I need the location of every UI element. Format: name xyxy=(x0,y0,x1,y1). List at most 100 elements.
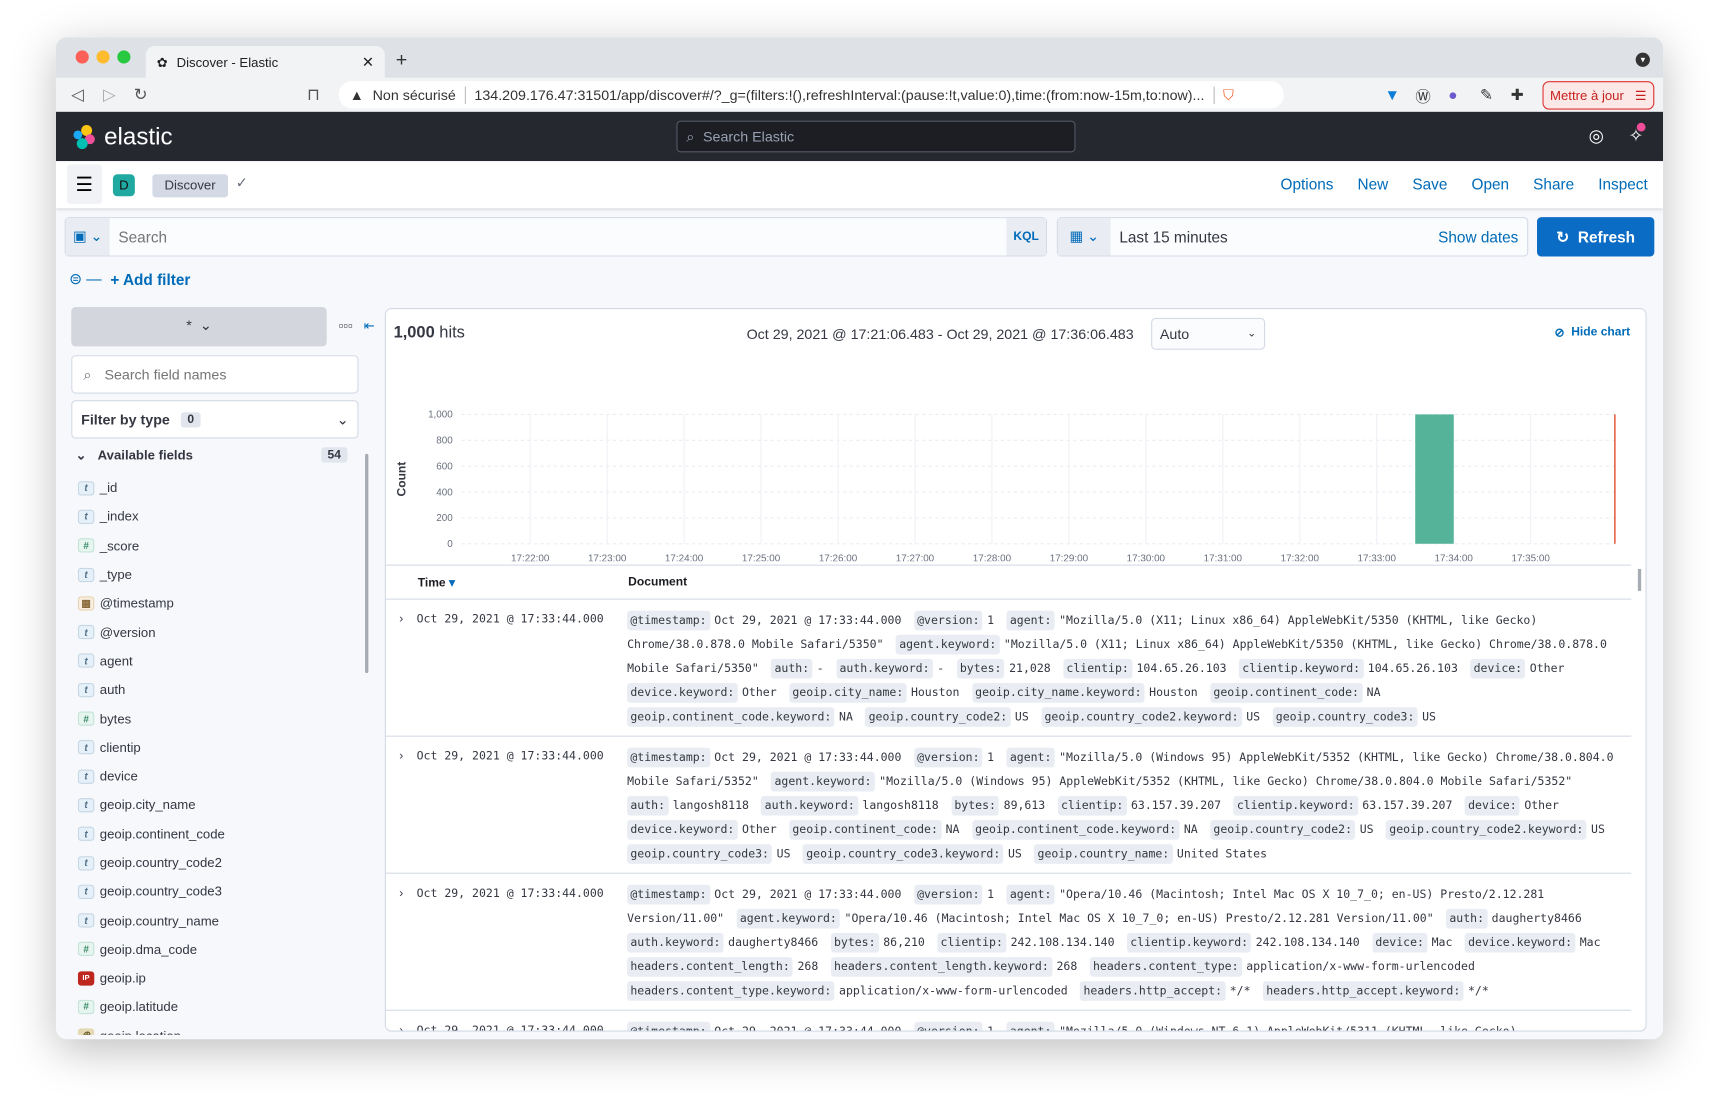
field-key[interactable]: geoip.country_code2: xyxy=(1210,820,1356,840)
field-key[interactable]: geoip.country_code3.keyword: xyxy=(802,844,1004,864)
extension-filter-icon[interactable]: ▼ xyxy=(1385,86,1400,104)
space-avatar[interactable]: D xyxy=(112,174,135,197)
field-key[interactable]: bytes: xyxy=(951,795,1000,816)
field-key[interactable]: device: xyxy=(1470,658,1526,679)
reload-icon[interactable]: ↻ xyxy=(134,84,148,105)
field-item[interactable]: t geoip.continent_code xyxy=(77,820,352,849)
bookmark-icon[interactable]: ⊓ xyxy=(307,84,320,105)
field-item[interactable]: # bytes xyxy=(77,704,352,733)
field-key[interactable]: auth: xyxy=(1446,908,1488,929)
address-bar[interactable]: ▲ Non sécurisé 134.209.176.47:31501/app/… xyxy=(338,81,1284,109)
field-key[interactable]: bytes: xyxy=(956,658,1005,679)
collapse-sidebar-icon[interactable]: ⇤ xyxy=(364,318,375,333)
field-key[interactable]: agent.keyword: xyxy=(736,908,841,929)
field-key[interactable]: device.keyword: xyxy=(627,820,738,840)
field-item[interactable]: # geoip.dma_code xyxy=(77,935,352,964)
field-key[interactable]: headers.http_accept: xyxy=(1080,981,1226,1001)
menu-toggle-button[interactable]: ☰ xyxy=(66,164,102,204)
field-key[interactable]: geoip.country_code2.keyword: xyxy=(1041,707,1242,727)
field-key[interactable]: clientip.keyword: xyxy=(1126,932,1252,953)
field-key[interactable]: @timestamp: xyxy=(627,747,710,768)
field-key[interactable]: clientip: xyxy=(937,932,1007,953)
field-item[interactable]: ⊕ geoip.location xyxy=(77,1021,352,1035)
field-key[interactable]: headers.content_length: xyxy=(627,957,794,977)
field-item[interactable]: t device xyxy=(77,762,352,791)
elastic-logo[interactable]: elastic xyxy=(71,123,173,152)
close-tab-icon[interactable]: ✕ xyxy=(362,53,374,71)
field-key[interactable]: @timestamp: xyxy=(627,610,710,631)
index-pattern-selector[interactable]: * ⌄ xyxy=(71,306,327,347)
expand-row-icon[interactable]: › xyxy=(386,1020,417,1031)
field-item[interactable]: IP geoip.ip xyxy=(77,964,352,993)
field-key[interactable]: geoip.city_name: xyxy=(789,682,907,703)
query-input[interactable] xyxy=(109,228,1007,246)
field-item[interactable]: t auth xyxy=(77,675,352,704)
options-link[interactable]: Options xyxy=(1281,175,1334,193)
save-link[interactable]: Save xyxy=(1412,175,1447,193)
field-key[interactable]: @version: xyxy=(913,610,983,631)
field-key[interactable]: @version: xyxy=(913,884,983,905)
close-window-button[interactable] xyxy=(75,50,89,64)
share-link[interactable]: Share xyxy=(1533,175,1574,193)
field-key[interactable]: auth: xyxy=(771,658,813,679)
sort-down-icon[interactable]: ▾ xyxy=(449,577,455,590)
saved-query-button[interactable]: ▣ ⌄ xyxy=(65,218,110,256)
field-key[interactable]: headers.content_type.keyword: xyxy=(627,981,835,1001)
new-tab-button[interactable]: + xyxy=(396,48,408,71)
available-fields-toggle[interactable]: ⌄ Available fields 54 xyxy=(76,447,348,463)
field-key[interactable]: clientip: xyxy=(1063,658,1133,679)
interval-select[interactable]: Auto ⌄ xyxy=(1151,317,1266,350)
field-item[interactable]: t _index xyxy=(77,502,352,531)
field-key[interactable]: agent: xyxy=(1006,1021,1055,1031)
brave-shield-icon[interactable]: ⛉ xyxy=(1223,86,1234,104)
field-key[interactable]: auth.keyword: xyxy=(836,658,933,679)
kql-button[interactable]: KQL xyxy=(1006,218,1046,256)
extension-ws-icon[interactable]: ● xyxy=(1448,86,1457,104)
field-key[interactable]: agent: xyxy=(1006,884,1055,905)
expand-row-icon[interactable]: › xyxy=(386,608,417,729)
add-filter-link[interactable]: + Add filter xyxy=(110,270,190,288)
histogram-chart[interactable]: 0 200 400 600 800 1,000 17:22:00 17:23:00 17:24:… xyxy=(386,353,1647,561)
field-key[interactable]: auth.keyword: xyxy=(761,795,859,816)
quick-select-button[interactable]: ▦ ⌄ xyxy=(1057,218,1111,256)
field-item[interactable]: t @version xyxy=(77,618,352,647)
field-key[interactable]: @timestamp: xyxy=(627,1021,710,1031)
refresh-button[interactable]: ↻ Refresh xyxy=(1537,217,1655,257)
inspect-link[interactable]: Inspect xyxy=(1598,175,1647,193)
field-item[interactable]: t geoip.country_code2 xyxy=(77,848,352,877)
field-item[interactable]: t geoip.country_name xyxy=(77,906,352,935)
maximize-window-button[interactable] xyxy=(117,50,131,64)
field-key[interactable]: geoip.country_code3: xyxy=(627,844,773,864)
eyedropper-icon[interactable]: ✎ xyxy=(1480,86,1493,105)
field-key[interactable]: agent: xyxy=(1006,610,1055,631)
field-key[interactable]: geoip.country_code3: xyxy=(1272,707,1418,727)
field-key[interactable]: @timestamp: xyxy=(627,884,710,905)
field-key[interactable]: geoip.country_name: xyxy=(1034,844,1173,864)
field-key[interactable]: clientip: xyxy=(1057,795,1127,816)
back-icon[interactable]: ◁ xyxy=(71,84,84,105)
field-key[interactable]: auth: xyxy=(627,795,669,816)
filter-options-icon[interactable]: ⊜ — xyxy=(69,270,101,289)
field-item[interactable]: t geoip.city_name xyxy=(77,791,352,820)
field-key[interactable]: @version: xyxy=(913,1021,983,1031)
field-key[interactable]: auth.keyword: xyxy=(627,932,724,953)
field-key[interactable]: headers.content_length.keyword: xyxy=(830,957,1053,977)
field-key[interactable]: geoip.country_code2.keyword: xyxy=(1385,820,1587,840)
field-item[interactable]: t _type xyxy=(77,560,352,589)
field-key[interactable]: device.keyword: xyxy=(627,682,738,703)
field-item[interactable]: ▦ @timestamp xyxy=(77,589,352,618)
field-key[interactable]: clientip.keyword: xyxy=(1239,658,1364,679)
field-key[interactable]: device.keyword: xyxy=(1464,932,1576,953)
browser-tab[interactable]: ✿ Discover - Elastic ✕ xyxy=(145,46,385,78)
open-link[interactable]: Open xyxy=(1472,175,1510,193)
field-list-scrollbar[interactable] xyxy=(365,453,369,674)
show-dates-link[interactable]: Show dates xyxy=(1438,228,1527,246)
forward-icon[interactable]: ▷ xyxy=(103,84,116,105)
filter-by-type-button[interactable]: Filter by type 0 ⌄ xyxy=(71,400,359,439)
field-key[interactable]: @version: xyxy=(913,747,983,768)
more-options-icon[interactable]: ▫▫▫ xyxy=(339,318,353,333)
field-item[interactable]: t _id xyxy=(77,474,352,503)
field-key[interactable]: headers.http_accept.keyword: xyxy=(1262,981,1464,1001)
field-key[interactable]: device: xyxy=(1372,932,1428,953)
extension-w-icon[interactable]: Ⓦ xyxy=(1415,86,1430,108)
